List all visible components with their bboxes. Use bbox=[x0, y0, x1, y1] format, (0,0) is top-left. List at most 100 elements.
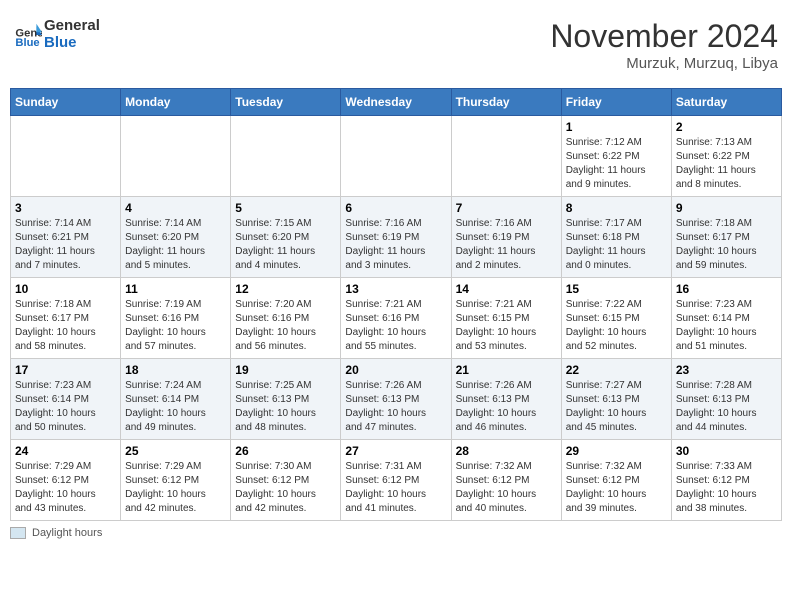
calendar-day bbox=[121, 116, 231, 197]
calendar-day bbox=[231, 116, 341, 197]
day-number: 5 bbox=[235, 201, 336, 215]
day-info: Sunrise: 7:25 AM Sunset: 6:13 PM Dayligh… bbox=[235, 379, 336, 435]
day-info: Sunrise: 7:17 AM Sunset: 6:18 PM Dayligh… bbox=[566, 217, 667, 273]
day-info: Sunrise: 7:16 AM Sunset: 6:19 PM Dayligh… bbox=[345, 217, 446, 273]
day-number: 30 bbox=[676, 444, 777, 458]
day-info: Sunrise: 7:22 AM Sunset: 6:15 PM Dayligh… bbox=[566, 298, 667, 354]
day-number: 19 bbox=[235, 363, 336, 377]
day-number: 26 bbox=[235, 444, 336, 458]
calendar-day bbox=[451, 116, 561, 197]
calendar-day: 6 Sunrise: 7:16 AM Sunset: 6:19 PM Daylig… bbox=[341, 197, 451, 278]
calendar-day: 24Sunrise: 7:29 AM Sunset: 6:12 PM Dayli… bbox=[11, 440, 121, 521]
day-info: Sunrise: 7:32 AM Sunset: 6:12 PM Dayligh… bbox=[456, 460, 557, 516]
calendar-week-5: 24 Sunrise: 7:29 AM Sunset: 6:12 PM Dayli… bbox=[11, 440, 782, 521]
day-number: 10 bbox=[15, 282, 116, 296]
day-number: 7 bbox=[456, 201, 557, 215]
calendar-day: 22 Sunrise: 7:27 AM Sunset: 6:13 PM Dayli… bbox=[561, 359, 671, 440]
calendar-day: 11 Sunrise: 7:19 AM Sunset: 6:16 PM Dayli… bbox=[121, 278, 231, 359]
day-info: Sunrise: 7:31 AM Sunset: 6:12 PM Dayligh… bbox=[345, 460, 446, 516]
day-number: 12 bbox=[235, 282, 336, 296]
calendar-day: 1Sunrise: 7:12 AM Sunset: 6:22 PM Daylig… bbox=[561, 116, 671, 197]
day-number: 22 bbox=[566, 363, 667, 377]
calendar-week-2: 3 Sunrise: 7:14 AM Sunset: 6:21 PM Daylig… bbox=[11, 197, 782, 278]
day-info: Sunrise: 7:13 AM Sunset: 6:22 PM Dayligh… bbox=[676, 136, 777, 192]
calendar-day: 9Sunrise: 7:18 AM Sunset: 6:17 PM Daylig… bbox=[671, 197, 781, 278]
calendar-day: 25 Sunrise: 7:29 AM Sunset: 6:12 PM Dayli… bbox=[121, 440, 231, 521]
day-number: 28 bbox=[456, 444, 557, 458]
day-number: 4 bbox=[125, 201, 226, 215]
day-info: Sunrise: 7:16 AM Sunset: 6:19 PM Dayligh… bbox=[456, 217, 557, 273]
calendar-header-friday: Friday bbox=[561, 89, 671, 116]
calendar-day: 27Sunrise: 7:31 AM Sunset: 6:12 PM Dayli… bbox=[341, 440, 451, 521]
calendar-day: 14Sunrise: 7:21 AM Sunset: 6:15 PM Dayli… bbox=[451, 278, 561, 359]
day-info: Sunrise: 7:12 AM Sunset: 6:22 PM Dayligh… bbox=[566, 136, 667, 192]
day-info: Sunrise: 7:26 AM Sunset: 6:13 PM Dayligh… bbox=[345, 379, 446, 435]
calendar-week-3: 10 Sunrise: 7:18 AM Sunset: 6:17 PM Dayli… bbox=[11, 278, 782, 359]
month-year: November 2024 bbox=[550, 18, 778, 55]
calendar-day: 18 Sunrise: 7:24 AM Sunset: 6:14 PM Dayli… bbox=[121, 359, 231, 440]
svg-text:Blue: Blue bbox=[15, 37, 39, 49]
logo-icon: General Blue bbox=[14, 21, 42, 49]
calendar-day: 7 Sunrise: 7:16 AM Sunset: 6:19 PM Daylig… bbox=[451, 197, 561, 278]
day-info: Sunrise: 7:21 AM Sunset: 6:16 PM Dayligh… bbox=[345, 298, 446, 354]
calendar-header-sunday: Sunday bbox=[11, 89, 121, 116]
day-info: Sunrise: 7:24 AM Sunset: 6:14 PM Dayligh… bbox=[125, 379, 226, 435]
day-info: Sunrise: 7:14 AM Sunset: 6:21 PM Dayligh… bbox=[15, 217, 116, 273]
calendar-day: 3 Sunrise: 7:14 AM Sunset: 6:21 PM Daylig… bbox=[11, 197, 121, 278]
calendar-day: 30 Sunrise: 7:33 AM Sunset: 6:12 PM Dayli… bbox=[671, 440, 781, 521]
day-number: 24 bbox=[15, 444, 116, 458]
calendar-day: 5Sunrise: 7:15 AM Sunset: 6:20 PM Daylig… bbox=[231, 197, 341, 278]
page-header: General Blue General Blue November 2024 … bbox=[10, 10, 782, 80]
calendar-day: 8 Sunrise: 7:17 AM Sunset: 6:18 PM Daylig… bbox=[561, 197, 671, 278]
day-number: 18 bbox=[125, 363, 226, 377]
day-info: Sunrise: 7:29 AM Sunset: 6:12 PM Dayligh… bbox=[125, 460, 226, 516]
calendar-day: 12 Sunrise: 7:20 AM Sunset: 6:16 PM Dayli… bbox=[231, 278, 341, 359]
day-number: 16 bbox=[676, 282, 777, 296]
day-number: 25 bbox=[125, 444, 226, 458]
day-info: Sunrise: 7:18 AM Sunset: 6:17 PM Dayligh… bbox=[676, 217, 777, 273]
day-info: Sunrise: 7:20 AM Sunset: 6:16 PM Dayligh… bbox=[235, 298, 336, 354]
day-number: 13 bbox=[345, 282, 446, 296]
day-number: 3 bbox=[15, 201, 116, 215]
calendar-header-wednesday: Wednesday bbox=[341, 89, 451, 116]
day-info: Sunrise: 7:33 AM Sunset: 6:12 PM Dayligh… bbox=[676, 460, 777, 516]
day-info: Sunrise: 7:23 AM Sunset: 6:14 PM Dayligh… bbox=[15, 379, 116, 435]
logo: General Blue General Blue bbox=[14, 18, 100, 51]
day-number: 2 bbox=[676, 120, 777, 134]
calendar-day: 2 Sunrise: 7:13 AM Sunset: 6:22 PM Daylig… bbox=[671, 116, 781, 197]
day-number: 21 bbox=[456, 363, 557, 377]
calendar-day: 28 Sunrise: 7:32 AM Sunset: 6:12 PM Dayli… bbox=[451, 440, 561, 521]
calendar-day: 26Sunrise: 7:30 AM Sunset: 6:12 PM Dayli… bbox=[231, 440, 341, 521]
day-info: Sunrise: 7:21 AM Sunset: 6:15 PM Dayligh… bbox=[456, 298, 557, 354]
day-info: Sunrise: 7:28 AM Sunset: 6:13 PM Dayligh… bbox=[676, 379, 777, 435]
location: Murzuk, Murzuq, Libya bbox=[550, 55, 778, 72]
legend-label: Daylight hours bbox=[32, 527, 102, 539]
calendar-day: 15Sunrise: 7:22 AM Sunset: 6:15 PM Dayli… bbox=[561, 278, 671, 359]
calendar-header-thursday: Thursday bbox=[451, 89, 561, 116]
day-info: Sunrise: 7:27 AM Sunset: 6:13 PM Dayligh… bbox=[566, 379, 667, 435]
day-number: 17 bbox=[15, 363, 116, 377]
day-info: Sunrise: 7:19 AM Sunset: 6:16 PM Dayligh… bbox=[125, 298, 226, 354]
day-number: 20 bbox=[345, 363, 446, 377]
calendar-day: 13 Sunrise: 7:21 AM Sunset: 6:16 PM Dayli… bbox=[341, 278, 451, 359]
day-number: 29 bbox=[566, 444, 667, 458]
legend-box bbox=[10, 527, 26, 539]
day-info: Sunrise: 7:18 AM Sunset: 6:17 PM Dayligh… bbox=[15, 298, 116, 354]
calendar-day: 4Sunrise: 7:14 AM Sunset: 6:20 PM Daylig… bbox=[121, 197, 231, 278]
calendar-day: 19 Sunrise: 7:25 AM Sunset: 6:13 PM Dayli… bbox=[231, 359, 341, 440]
calendar-day: 21Sunrise: 7:26 AM Sunset: 6:13 PM Dayli… bbox=[451, 359, 561, 440]
day-info: Sunrise: 7:32 AM Sunset: 6:12 PM Dayligh… bbox=[566, 460, 667, 516]
title-block: November 2024 Murzuk, Murzuq, Libya bbox=[550, 18, 778, 72]
day-info: Sunrise: 7:23 AM Sunset: 6:14 PM Dayligh… bbox=[676, 298, 777, 354]
day-number: 11 bbox=[125, 282, 226, 296]
calendar-header-monday: Monday bbox=[121, 89, 231, 116]
calendar-week-1: 1Sunrise: 7:12 AM Sunset: 6:22 PM Daylig… bbox=[11, 116, 782, 197]
logo-blue-text: Blue bbox=[44, 35, 100, 52]
calendar-day bbox=[341, 116, 451, 197]
calendar-day bbox=[11, 116, 121, 197]
day-number: 6 bbox=[345, 201, 446, 215]
day-number: 8 bbox=[566, 201, 667, 215]
legend: Daylight hours bbox=[10, 527, 782, 539]
calendar-day: 16 Sunrise: 7:23 AM Sunset: 6:14 PM Dayli… bbox=[671, 278, 781, 359]
calendar-day: 29 Sunrise: 7:32 AM Sunset: 6:12 PM Dayli… bbox=[561, 440, 671, 521]
